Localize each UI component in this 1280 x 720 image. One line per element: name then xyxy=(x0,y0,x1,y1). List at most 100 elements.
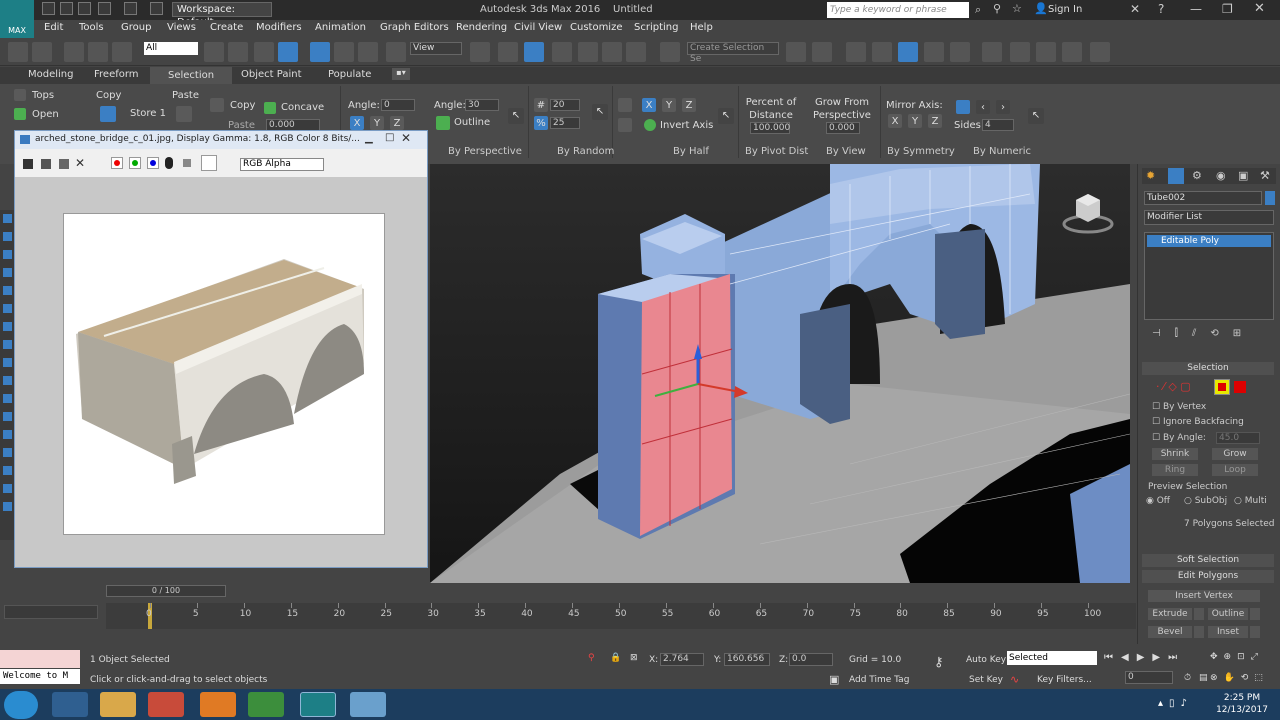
print-icon[interactable] xyxy=(59,159,69,169)
tops-button[interactable]: Tops xyxy=(32,90,54,101)
green-channel-icon[interactable] xyxy=(129,157,141,169)
render-setup-icon[interactable] xyxy=(1010,42,1030,62)
bevel-button[interactable]: Bevel xyxy=(1148,626,1192,638)
schematic-view-icon[interactable] xyxy=(950,42,970,62)
ignore-backfacing-checkbox[interactable]: ☐ Ignore Backfacing xyxy=(1152,417,1244,427)
select-rotate-icon[interactable] xyxy=(334,42,354,62)
half-deselect-icon[interactable] xyxy=(618,118,632,132)
auto-key-button[interactable]: Auto Key xyxy=(966,655,1006,665)
help-search-input[interactable]: Type a keyword or phrase xyxy=(827,2,969,18)
strip-icon[interactable] xyxy=(3,412,12,421)
red-channel-icon[interactable] xyxy=(111,157,123,169)
tops-icon[interactable] xyxy=(14,89,26,101)
reference-coordinate-dropdown[interactable]: View xyxy=(410,42,462,55)
rectangular-selection-icon[interactable] xyxy=(254,42,274,62)
maxscript-mini[interactable]: Welcome to M xyxy=(0,669,80,684)
menu-animation[interactable]: Animation xyxy=(315,22,366,33)
edit-polygons-rollout-header[interactable]: Edit Polygons xyxy=(1142,570,1274,583)
select-object-icon[interactable] xyxy=(204,42,224,62)
open-icon[interactable] xyxy=(14,108,26,120)
search-icon[interactable]: ⌕ xyxy=(975,3,981,17)
store-icon[interactable] xyxy=(100,106,116,122)
x-coordinate-field[interactable]: 2.764 xyxy=(660,653,704,666)
numeric-sides-icon[interactable] xyxy=(956,100,970,114)
strip-icon[interactable] xyxy=(3,340,12,349)
soft-selection-rollout-header[interactable]: Soft Selection xyxy=(1142,554,1274,567)
shrink-button[interactable]: Shrink xyxy=(1152,448,1198,460)
user-icon[interactable]: 👤 xyxy=(1034,2,1048,15)
curve-editor-icon[interactable] xyxy=(924,42,944,62)
stack-item-editable-poly[interactable]: Editable Poly xyxy=(1147,235,1271,247)
strip-icon[interactable] xyxy=(3,286,12,295)
mirror-y-button[interactable]: Y xyxy=(908,114,922,128)
outline-settings-icon[interactable] xyxy=(1250,608,1260,620)
mirror-icon[interactable] xyxy=(786,42,806,62)
monochrome-icon[interactable] xyxy=(183,159,191,167)
by-vertex-checkbox[interactable]: ☐ By Vertex xyxy=(1152,402,1206,412)
mirror-z-button[interactable]: Z xyxy=(928,114,942,128)
copy-label[interactable]: Copy xyxy=(96,90,121,101)
key-icon[interactable]: ⚷ xyxy=(934,655,944,670)
by-angle-spinner[interactable]: 45.0 xyxy=(1216,432,1260,444)
add-time-tag[interactable]: Add Time Tag xyxy=(849,675,909,685)
strip-icon[interactable] xyxy=(3,358,12,367)
strip-icon[interactable] xyxy=(3,322,12,331)
tab-object-paint[interactable]: Object Paint xyxy=(241,69,302,80)
firefox-icon[interactable] xyxy=(200,692,236,717)
project-folder-icon[interactable] xyxy=(150,2,163,15)
render-iterative-icon[interactable] xyxy=(1090,42,1110,62)
selection-filter-dropdown[interactable]: All xyxy=(144,42,198,55)
viewport-nav2-icons[interactable]: ⊗✋⟲⬚ xyxy=(1210,673,1269,683)
time-tag-icon[interactable]: ▣ xyxy=(829,673,839,686)
strip-icon[interactable] xyxy=(3,394,12,403)
save-file-icon[interactable] xyxy=(78,2,91,15)
object-name-field[interactable]: Tube002 xyxy=(1144,191,1262,205)
workspace-dropdown[interactable]: Workspace: Default xyxy=(172,2,272,28)
numeric-prev-icon[interactable]: ‹ xyxy=(976,100,990,114)
strip-icon[interactable] xyxy=(3,214,12,223)
media-player-icon[interactable] xyxy=(148,692,184,717)
align-icon[interactable] xyxy=(812,42,832,62)
help-icon[interactable]: ? xyxy=(1158,2,1164,16)
grow-from-spinner[interactable]: 0.000 xyxy=(826,122,860,134)
copy-button[interactable]: Copy xyxy=(230,100,255,111)
menu-modifiers[interactable]: Modifiers xyxy=(256,22,302,33)
channel-dropdown[interactable]: RGB Alpha xyxy=(240,158,324,171)
scene-explorer-scroll[interactable] xyxy=(4,605,98,619)
open-file-icon[interactable] xyxy=(60,2,73,15)
by-angle-checkbox[interactable]: ☐ By Angle: xyxy=(1152,433,1206,443)
grid-icon[interactable]: # xyxy=(534,98,548,112)
pivot-center-icon[interactable] xyxy=(470,42,490,62)
numeric-next-icon[interactable]: › xyxy=(996,100,1010,114)
maximize-icon[interactable]: ❐ xyxy=(1222,2,1233,16)
paint-icon[interactable] xyxy=(350,692,386,717)
preview-off-radio[interactable]: ◉ Off xyxy=(1146,496,1170,506)
placement-icon[interactable] xyxy=(386,42,406,62)
bevel-settings-icon[interactable] xyxy=(1194,626,1204,638)
select-by-name-icon[interactable] xyxy=(228,42,248,62)
preview-subobj-radio[interactable]: ○ SubObj xyxy=(1184,496,1227,506)
toggle-scene-explorer-icon[interactable] xyxy=(846,42,866,62)
material-editor-icon[interactable] xyxy=(982,42,1002,62)
angle2-spinner[interactable]: 30 xyxy=(465,99,499,111)
menu-civil-view[interactable]: Civil View xyxy=(514,22,562,33)
select-move-icon[interactable] xyxy=(310,42,330,62)
image-viewer-window[interactable]: arched_stone_bridge_c_01.jpg, Display Ga… xyxy=(14,130,428,568)
inset-settings-icon[interactable] xyxy=(1250,626,1260,638)
strip-icon[interactable] xyxy=(3,466,12,475)
viewcube[interactable] xyxy=(1062,190,1114,235)
sides-spinner[interactable]: 4 xyxy=(982,119,1014,131)
close-icon[interactable]: ✕ xyxy=(1254,1,1265,16)
outline-button[interactable]: Outline xyxy=(454,117,490,128)
percent-snap-icon[interactable] xyxy=(602,42,622,62)
lock-icon[interactable]: 🔒 xyxy=(610,653,621,663)
percent-icon[interactable]: % xyxy=(534,116,548,130)
key-mode-dropdown[interactable]: Selected xyxy=(1007,651,1097,665)
3dsmax-taskbar-icon[interactable] xyxy=(300,692,336,717)
undo-icon[interactable] xyxy=(98,2,111,15)
select-scale-icon[interactable] xyxy=(358,42,378,62)
angle-spinner[interactable]: 0 xyxy=(381,99,415,111)
menu-rendering[interactable]: Rendering xyxy=(456,22,507,33)
strip-icon[interactable] xyxy=(3,376,12,385)
menu-edit[interactable]: Edit xyxy=(44,22,63,33)
